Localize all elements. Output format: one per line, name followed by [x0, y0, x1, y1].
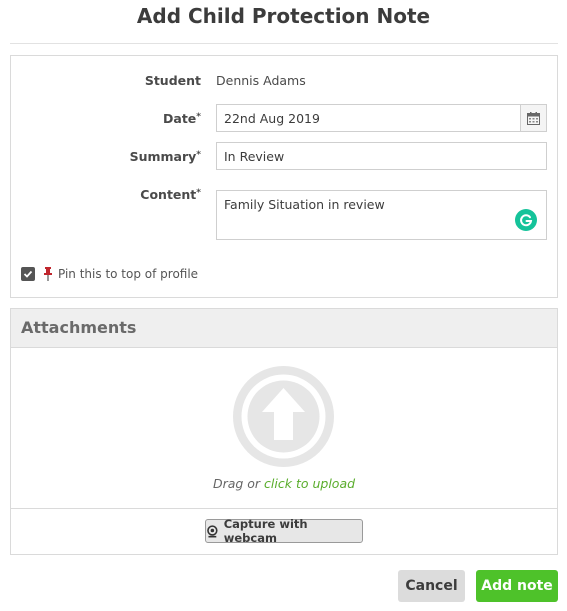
summary-label-text: Summary [129, 149, 197, 164]
content-textarea[interactable]: Family Situation in review [216, 190, 547, 240]
pin-label[interactable]: Pin this to top of profile [58, 267, 198, 281]
student-label: Student [144, 73, 201, 88]
student-value: Dennis Adams [216, 73, 306, 88]
grammarly-icon[interactable] [515, 209, 537, 231]
capture-webcam-button[interactable]: Capture with webcam [205, 517, 363, 545]
upload-arrow-icon [241, 374, 326, 459]
add-note-button[interactable]: Add note [476, 570, 558, 602]
note-form: Student Dennis Adams Date* 22nd Aug 2019… [10, 55, 558, 298]
attachments-header: Attachments [11, 309, 557, 348]
content-label-text: Content [140, 187, 197, 202]
date-label-text: Date [163, 111, 197, 126]
drag-text: Drag or [212, 476, 261, 491]
checkmark-icon [23, 270, 33, 278]
calendar-icon [527, 111, 540, 125]
content-value: Family Situation in review [224, 197, 385, 212]
required-marker: * [196, 112, 201, 122]
date-field[interactable]: 22nd Aug 2019 [216, 104, 547, 132]
summary-field[interactable]: In Review [216, 142, 547, 170]
required-marker: * [196, 188, 201, 198]
webcam-divider [11, 508, 557, 509]
date-label: Date* [11, 111, 201, 126]
content-label: Content* [11, 187, 201, 202]
upload-link[interactable]: click to upload [264, 476, 355, 491]
summary-label: Summary* [11, 149, 201, 164]
upload-instructions: Drag or click to upload [11, 476, 557, 491]
date-value: 22nd Aug 2019 [224, 111, 320, 126]
webcam-icon [207, 524, 218, 537]
dialog-title: Add Child Protection Note [136, 4, 431, 28]
upload-dropzone-icon[interactable] [233, 366, 334, 467]
pin-checkbox[interactable] [21, 267, 35, 281]
webcam-button-label: Capture with webcam [223, 517, 308, 545]
calendar-button[interactable] [520, 105, 546, 131]
cancel-button[interactable]: Cancel [398, 570, 465, 602]
grammarly-glyph [520, 214, 533, 227]
pushpin-icon [44, 267, 52, 281]
required-marker: * [196, 150, 201, 160]
attachments-panel: Attachments Drag or click to upload Capt… [10, 308, 558, 555]
pin-option: Pin this to top of profile [21, 264, 198, 284]
title-divider [10, 43, 558, 44]
